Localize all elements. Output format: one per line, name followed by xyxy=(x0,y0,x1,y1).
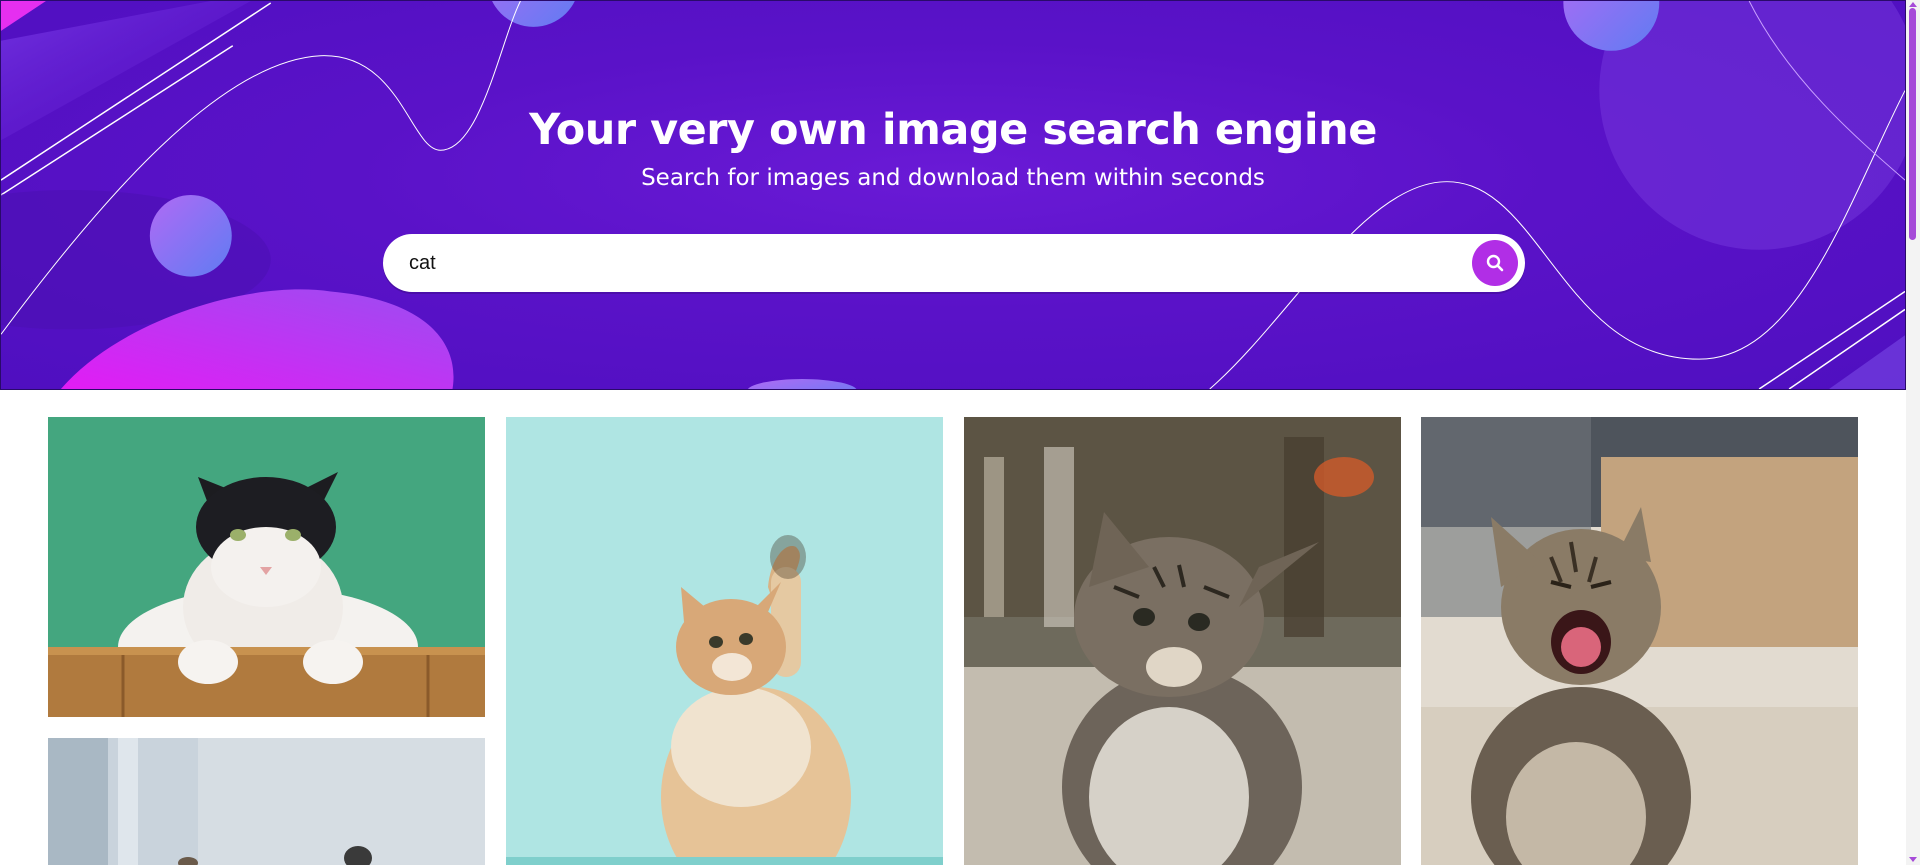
gallery-image[interactable] xyxy=(964,417,1401,865)
gallery-image[interactable] xyxy=(506,417,943,865)
page: Your very own image search engine Search… xyxy=(0,0,1920,865)
hero-banner: Your very own image search engine Search… xyxy=(0,0,1906,390)
scrollbar-thumb[interactable] xyxy=(1909,8,1916,240)
cat-photo-3 xyxy=(964,417,1401,865)
hero-decoration xyxy=(1,1,1905,389)
search-input[interactable] xyxy=(409,234,1449,292)
search-bar xyxy=(383,234,1525,292)
image-gallery xyxy=(0,390,1906,865)
gallery-image[interactable] xyxy=(1421,417,1858,865)
cat-photo-5 xyxy=(48,738,485,865)
search-button[interactable] xyxy=(1472,240,1518,286)
page-subtitle: Search for images and download them with… xyxy=(641,165,1265,191)
cat-photo-4 xyxy=(1421,417,1858,865)
scroll-down-icon[interactable] xyxy=(1907,856,1919,864)
gallery-image[interactable] xyxy=(48,417,485,717)
gallery-image[interactable] xyxy=(48,738,485,865)
page-title: Your very own image search engine xyxy=(529,105,1377,155)
scroll-up-icon[interactable] xyxy=(1907,0,1919,8)
cat-photo-1 xyxy=(48,417,485,717)
search-icon xyxy=(1486,254,1504,272)
cat-photo-2 xyxy=(506,417,943,865)
